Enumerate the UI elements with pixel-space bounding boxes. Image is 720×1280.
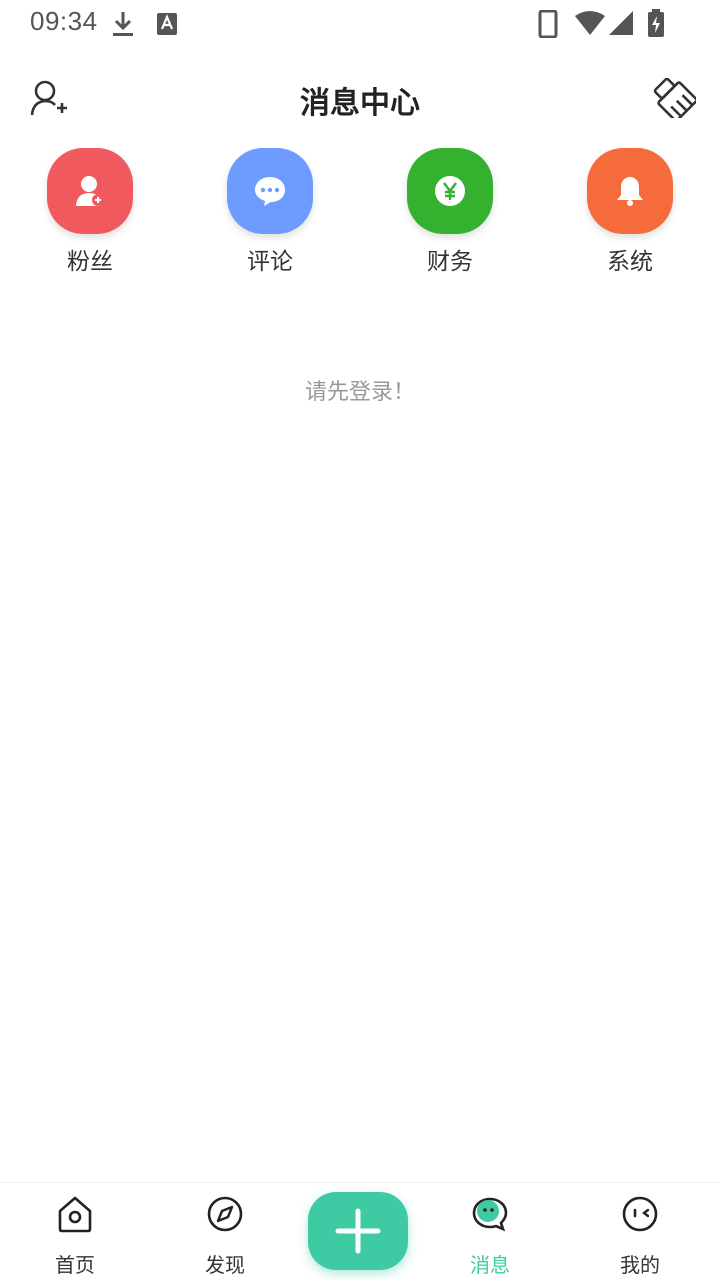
login-prompt: 请先登录！ [304,380,415,405]
text-a-icon [157,13,177,35]
battery-charging-icon [648,9,664,37]
category-label: 系统 [607,249,653,275]
status-time: 09:34 [30,6,98,36]
fans-badge [47,148,133,234]
tab-me[interactable]: 我的 [590,1183,690,1280]
category-fans[interactable]: 粉丝 [30,148,150,278]
tab-label: 消息 [470,1253,510,1277]
signal-icon [609,11,633,35]
yen-coin-icon [435,176,465,206]
phone-icon [538,10,558,38]
profile-face-icon [622,1196,658,1232]
category-finance[interactable]: 财务 [390,148,510,278]
tab-label: 发现 [205,1253,245,1277]
chat-bubble-icon [255,177,285,206]
wifi-icon [575,11,605,35]
download-icon [113,12,133,36]
add-button[interactable] [308,1192,408,1270]
category-label: 评论 [247,249,293,275]
tab-home[interactable]: 首页 [25,1183,125,1280]
status-bar: 09:34 [0,0,720,48]
tab-discover[interactable]: 发现 [175,1183,275,1280]
plus-icon [335,1208,381,1254]
bell-icon [617,177,643,206]
tab-messages[interactable]: 消息 [440,1183,540,1280]
system-badge [587,148,673,234]
home-icon [58,1196,92,1233]
category-label: 财务 [427,249,473,275]
category-system[interactable]: 系统 [570,148,690,278]
category-comments[interactable]: 评论 [210,148,330,278]
clear-brush-icon[interactable] [652,78,696,118]
finance-badge [407,148,493,234]
comments-badge [227,148,313,234]
tab-label: 首页 [55,1253,95,1277]
header: 消息中心 [0,60,720,136]
message-icon [472,1197,508,1232]
add-user-icon [76,176,104,206]
category-label: 粉丝 [67,249,113,275]
page-title: 消息中心 [300,86,420,121]
tab-label: 我的 [620,1253,660,1277]
category-row: 粉丝 评论 财务 系统 [0,148,720,278]
compass-icon [207,1196,243,1232]
